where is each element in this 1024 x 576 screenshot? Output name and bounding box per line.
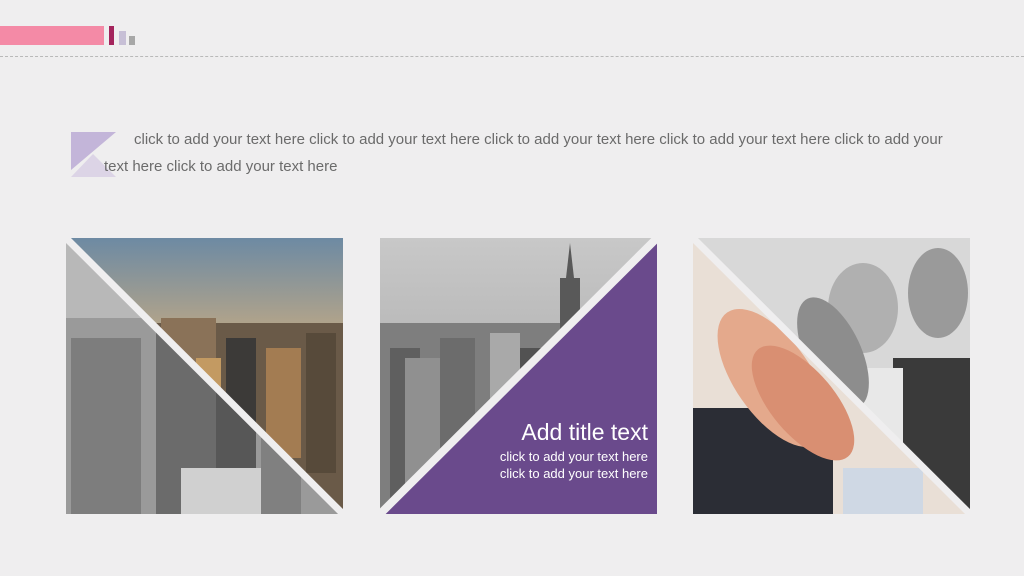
header-accent-bar-lavender xyxy=(119,31,126,45)
caption-title[interactable]: Add title text xyxy=(490,418,648,446)
header-divider xyxy=(0,56,1024,57)
header-accent-bar-gray xyxy=(129,36,135,45)
header-accent-bar-magenta xyxy=(109,26,114,45)
caption-body[interactable]: click to add your text here click to add… xyxy=(490,448,648,482)
caption-block[interactable]: Add title text click to add your text he… xyxy=(490,418,648,482)
city-skyline-split-photo[interactable] xyxy=(66,238,343,514)
clapping-hands-photo[interactable] xyxy=(693,238,970,514)
header-accent-bar xyxy=(0,26,104,45)
body-text[interactable]: click to add your text here click to add… xyxy=(104,126,964,180)
